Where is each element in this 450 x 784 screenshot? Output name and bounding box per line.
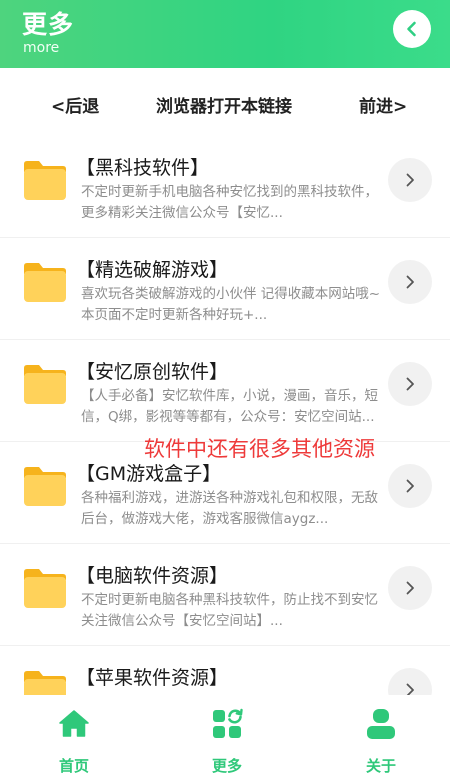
resource-list: 【黑科技软件】 不定时更新手机电脑各种安忆找到的黑科技软件，更多精彩关注微信公众… (0, 136, 450, 695)
folder-icon (24, 467, 66, 506)
list-item-desc: 【人手必备】安忆软件库，小说，漫画，音乐，短信，Q绑，影视等等都有，公众号：安忆… (81, 388, 378, 425)
tab-home[interactable]: 首页 (34, 707, 114, 776)
folder-icon (24, 263, 66, 302)
chevron-right-icon (406, 581, 414, 595)
list-item-open-button[interactable] (388, 362, 432, 406)
list-item-open-button[interactable] (388, 668, 432, 695)
nav-back-button[interactable]: <后退 (51, 92, 99, 117)
list-item-open-button[interactable] (388, 260, 432, 304)
list-item-open-button[interactable] (388, 158, 432, 202)
list-item[interactable]: 【安忆原创软件】 【人手必备】安忆软件库，小说，漫画，音乐，短信，Q绑，影视等等… (0, 340, 450, 442)
list-item[interactable]: 【精选破解游戏】 喜欢玩各类破解游戏的小伙伴 记得收藏本网站哦~本页面不定时更新… (0, 238, 450, 340)
chevron-right-icon (406, 173, 414, 187)
folder-icon (24, 569, 66, 608)
list-item[interactable]: 【黑科技软件】 不定时更新手机电脑各种安忆找到的黑科技软件，更多精彩关注微信公众… (0, 136, 450, 238)
list-item-title: 【黑科技软件】 (76, 157, 210, 179)
nav-forward-button[interactable]: 前进> (359, 92, 407, 117)
list-item-desc: 不定时更新手机电脑各种安忆找到的黑科技软件，更多精彩关注微信公众号【安忆... (81, 184, 378, 221)
list-item[interactable]: 【电脑软件资源】 不定时更新电脑各种黑科技软件，防止找不到安忆关注微信公众号【安… (0, 544, 450, 646)
list-item[interactable]: 【苹果软件资源】 (0, 646, 450, 695)
chevron-left-icon (407, 21, 416, 37)
folder-icon (24, 671, 66, 695)
folder-icon (24, 365, 66, 404)
folder-icon (24, 161, 66, 200)
list-item-desc: 喜欢玩各类破解游戏的小伙伴 记得收藏本网站哦~本页面不定时更新各种好玩+... (81, 286, 381, 323)
list-item-title: 【电脑软件资源】 (76, 565, 229, 587)
list-item-open-button[interactable] (388, 464, 432, 508)
browser-navbar: <后退 浏览器打开本链接 前进> (0, 68, 450, 136)
list-item-title: 【安忆原创软件】 (76, 361, 229, 383)
chevron-right-icon (406, 479, 414, 493)
chevron-right-icon (406, 275, 414, 289)
bottom-tab-bar: 首页 更多 关于 (0, 695, 450, 784)
app-header: 更多 more (0, 0, 450, 68)
home-icon (59, 710, 89, 737)
list-item-desc: 各种福利游戏，进游送各种游戏礼包和权限，无敌后台，做游戏大佬，游戏客服微信ayg… (81, 490, 378, 527)
overlay-annotation: 软件中还有很多其他资源 (144, 437, 375, 461)
list-item-open-button[interactable] (388, 566, 432, 610)
tab-about-label: 关于 (365, 757, 396, 775)
user-icon (367, 709, 395, 739)
page-subtitle: more (23, 40, 60, 56)
list-item-title: 【GM游戏盒子】 (76, 463, 222, 485)
page-title: 更多 (22, 10, 75, 39)
open-in-browser-button[interactable]: 浏览器打开本链接 (156, 92, 292, 117)
chevron-right-icon (406, 683, 414, 695)
chevron-right-icon (406, 377, 414, 391)
more-apps-icon (213, 708, 243, 738)
list-item-title: 【苹果软件资源】 (76, 667, 229, 689)
list-item-desc: 不定时更新电脑各种黑科技软件，防止找不到安忆关注微信公众号【安忆空间站】... (81, 592, 378, 629)
tab-more-label: 更多 (211, 757, 242, 775)
tab-about[interactable]: 关于 (341, 707, 421, 776)
tab-home-label: 首页 (58, 757, 89, 775)
list-item-title: 【精选破解游戏】 (76, 259, 229, 281)
tab-more[interactable]: 更多 (187, 707, 267, 776)
header-back-button[interactable] (393, 10, 431, 48)
